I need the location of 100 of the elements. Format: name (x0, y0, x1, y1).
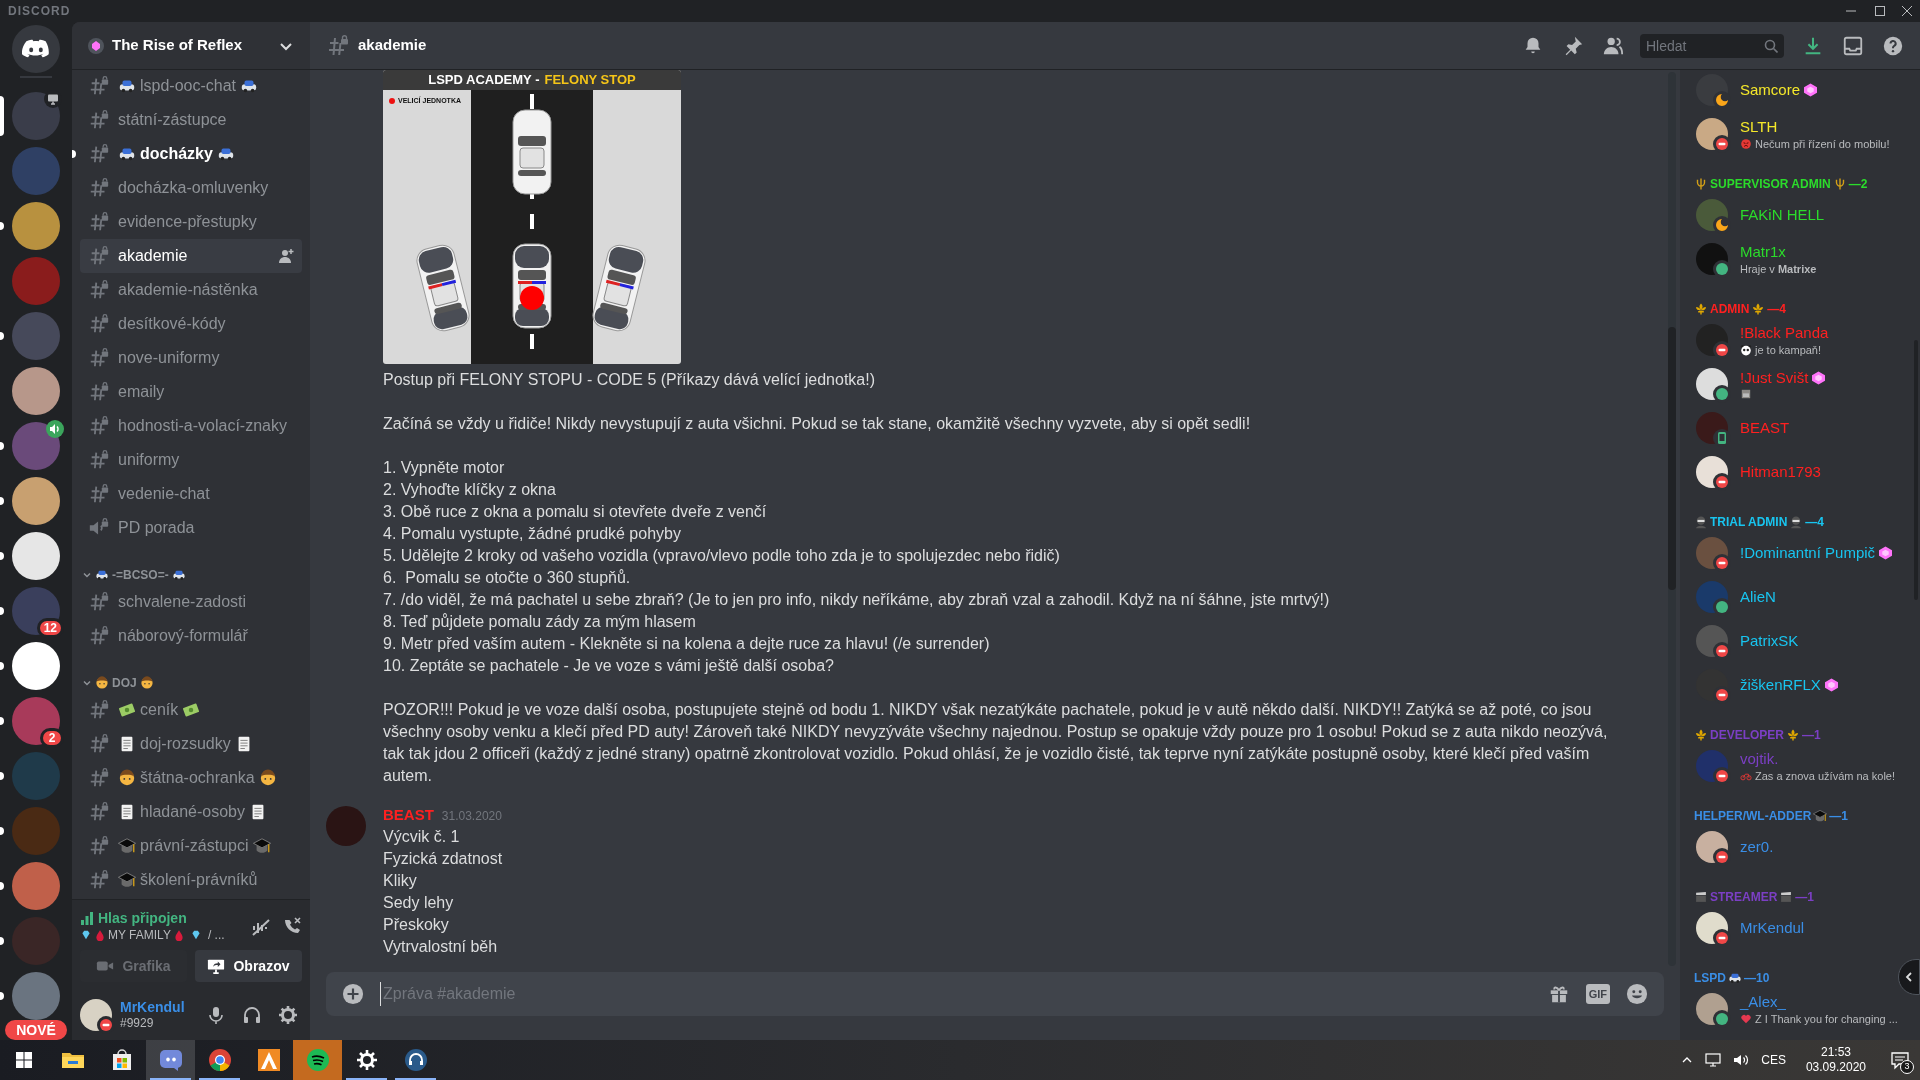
category-header[interactable]: DOJ (82, 675, 302, 691)
channel-item[interactable]: akademie (80, 239, 302, 273)
microphone-icon[interactable] (206, 1005, 226, 1025)
member-name[interactable]: AlieN (1740, 587, 1776, 607)
clock-date[interactable]: 03.09.2020 (1805, 1060, 1866, 1075)
channel-name: hodnosti-a-volací-znaky (118, 416, 287, 436)
noise-suppression-icon[interactable] (250, 916, 270, 936)
channel-item[interactable]: evidence-přestupky (80, 205, 302, 239)
car-icon (171, 568, 186, 582)
collapse-handle[interactable] (1898, 959, 1920, 995)
mention-badge: 2 (40, 728, 64, 748)
search-icon (1764, 38, 1778, 53)
add-user-icon[interactable] (278, 248, 294, 264)
member-name[interactable]: _Alex_ (1740, 991, 1786, 1012)
screen-share-button[interactable]: Obrazov (195, 950, 302, 982)
channel-item[interactable]: státní-zástupce (80, 103, 302, 137)
dot-icon (389, 98, 395, 105)
gif-button[interactable]: GIF (1585, 984, 1610, 1004)
emoji-picker-icon[interactable] (1626, 983, 1648, 1005)
category-header[interactable]: -=BCSO=- (82, 567, 302, 583)
channel-item[interactable]: vedenie-chat (80, 477, 302, 511)
channel-item[interactable]: ceník (80, 693, 302, 727)
channel-item[interactable]: náborový-formulář (80, 619, 302, 653)
channel-item[interactable]: akademie-nástěnka (80, 273, 302, 307)
channel-item[interactable]: docházky (80, 137, 302, 171)
channel-item[interactable]: hodnosti-a-volací-znaky (80, 409, 302, 443)
clock-time[interactable]: 21:53 (1820, 1045, 1851, 1060)
member-name[interactable]: FAKiN HELL (1740, 205, 1825, 225)
help-icon[interactable] (1882, 34, 1904, 57)
channel-item[interactable]: právní-zástupci (80, 829, 302, 863)
channel-item[interactable]: PD porada (80, 511, 302, 545)
headphones-icon[interactable] (242, 1005, 262, 1025)
member-name[interactable]: zer0. (1740, 837, 1774, 857)
author-name[interactable]: BEAST (383, 804, 434, 827)
scrollbar[interactable] (1668, 72, 1676, 966)
volume-icon[interactable] (1733, 1052, 1750, 1068)
role-name: STREAMER (1710, 889, 1778, 905)
search-field[interactable]: Hledat (1640, 33, 1784, 58)
channel-item[interactable]: hladané-osoby (80, 795, 302, 829)
image-title: LSPD ACADEMY - FELONY STOP (383, 70, 681, 90)
channel-title: akademie (358, 35, 427, 56)
server-icon[interactable] (12, 92, 60, 140)
member-name[interactable]: !Dominantní Pumpič (1740, 543, 1876, 563)
notification-icon[interactable] (1890, 1050, 1910, 1070)
channel-item[interactable]: schvalene-zadosti (80, 585, 302, 619)
channel-item[interactable]: docházka-omluvenky (80, 171, 302, 205)
locked-hash-icon (88, 733, 110, 755)
heart-icon (1740, 1013, 1752, 1025)
member-name[interactable]: PatrixSK (1740, 631, 1799, 651)
member-name[interactable]: žiškenRFLX (1740, 675, 1821, 695)
channel-item[interactable]: nove-uniformy (80, 341, 302, 375)
member-name[interactable]: Matr1x (1740, 241, 1786, 262)
disconnect-call-icon[interactable] (282, 916, 302, 936)
angry-face-icon (1740, 138, 1752, 150)
member-name[interactable]: !Just Svišt (1740, 368, 1809, 388)
role-name: TRIAL ADMIN (1710, 514, 1788, 530)
sticker-icon (1740, 388, 1752, 400)
channel-item[interactable]: školení-právníků (80, 863, 302, 897)
locked-hash-icon (88, 245, 110, 267)
language-indicator[interactable]: CES (1761, 1051, 1786, 1069)
server-icon[interactable] (12, 532, 60, 580)
home-button[interactable] (12, 25, 60, 73)
channel-name: evidence-přestupky (118, 212, 257, 232)
car-icon (95, 568, 109, 582)
close-icon[interactable] (1902, 6, 1912, 16)
server-icon[interactable] (12, 587, 60, 635)
channel-item[interactable]: emaily (80, 375, 302, 409)
maximize-icon[interactable] (1875, 6, 1885, 16)
member-name[interactable]: Hitman1793 (1740, 462, 1821, 482)
channel-item[interactable]: lspd-ooc-chat (80, 70, 302, 103)
role-count: —10 (1744, 970, 1770, 986)
voice-channel-name[interactable]: MY FAMILY (108, 927, 171, 943)
fleur-de-lis-icon (1786, 728, 1800, 742)
member-name[interactable]: SLTH (1740, 116, 1778, 137)
fleur-de-lis-icon (1751, 302, 1766, 316)
new-badge[interactable]: NOVÉ (5, 1020, 67, 1040)
member-name[interactable]: MrKendul (1740, 918, 1805, 938)
member-name[interactable]: Samcore (1740, 80, 1801, 100)
gem-icon (80, 929, 92, 941)
server-icon[interactable] (12, 642, 60, 690)
channel-name: právní-zástupci (140, 836, 249, 856)
locked-hash-icon (326, 33, 350, 58)
channel-name: akademie (118, 246, 188, 266)
member-name[interactable]: BEAST (1740, 418, 1790, 438)
channel-name: hladané-osoby (140, 802, 245, 822)
message-text: Fyzická zdatnost (383, 849, 504, 869)
server-header[interactable]: The Rise of Reflex (88, 34, 294, 57)
locked-hash-icon (88, 313, 110, 335)
server-icon[interactable] (12, 477, 60, 525)
server-icon[interactable] (12, 367, 60, 415)
inbox-icon[interactable] (1842, 34, 1864, 57)
channel-item[interactable]: desítkové-kódy (80, 307, 302, 341)
channel-item[interactable]: doj-rozsudky (80, 727, 302, 761)
channel-item[interactable]: uniformy (80, 443, 302, 477)
channel-item[interactable]: štátna-ochranka (80, 761, 302, 795)
member-name[interactable]: !Black Panda (1740, 322, 1829, 343)
locked-hash-icon (88, 625, 110, 647)
add-attachment-icon[interactable] (342, 983, 364, 1005)
network-icon[interactable] (1705, 1052, 1722, 1068)
settings-icon[interactable] (278, 1005, 298, 1025)
